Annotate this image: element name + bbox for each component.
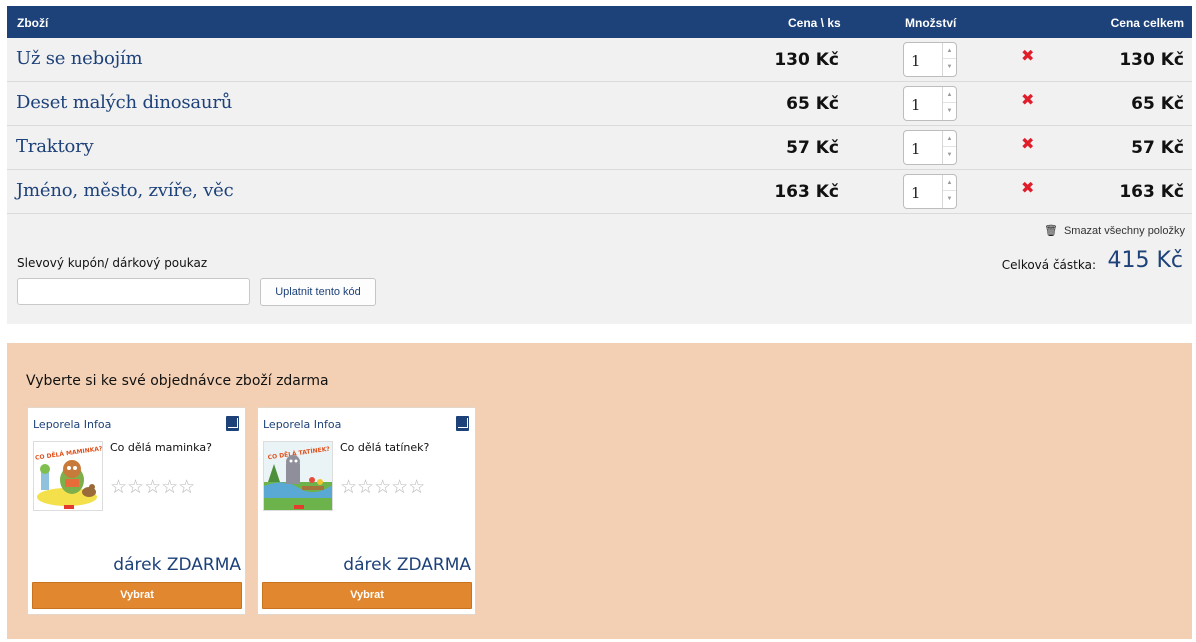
gifts-title: Vyberte si ke své objednávce zboží zdarm… xyxy=(26,373,329,389)
gift-label: dárek ZDARMA xyxy=(343,555,471,575)
book-icon xyxy=(226,416,239,431)
spinner: ▲ ▼ xyxy=(942,175,956,208)
spin-down-icon[interactable]: ▼ xyxy=(943,191,956,207)
star-icon[interactable]: ☆☆☆☆☆ xyxy=(340,476,425,499)
gift-title[interactable]: Co dělá maminka? xyxy=(110,441,212,454)
trash-icon: 🗑 xyxy=(1043,225,1058,237)
gift-cover[interactable]: CO DĚLÁ TATÍNEK? xyxy=(263,441,333,511)
unit-price: 130 Kč xyxy=(774,50,839,70)
table-row: Už se nebojím 130 Kč 1 ▲ ▼ ✖ 130 Kč xyxy=(7,38,1192,82)
coupon-input[interactable] xyxy=(17,278,250,305)
cart-header: Zboží Cena \ ks Množství Cena celkem xyxy=(7,6,1192,38)
total-price: 65 Kč xyxy=(1131,94,1184,114)
free-gifts-section: Vyberte si ke své objednávce zboží zdarm… xyxy=(7,343,1192,639)
unit-price: 163 Kč xyxy=(774,182,839,202)
product-link[interactable]: Deset malých dinosaurů xyxy=(16,92,232,113)
clear-all-label: Smazat všechny položky xyxy=(1063,225,1185,237)
product-link[interactable]: Už se nebojím xyxy=(16,48,143,69)
table-row: Traktory 57 Kč 1 ▲ ▼ ✖ 57 Kč xyxy=(7,126,1192,170)
quantity-stepper[interactable]: 1 ▲ ▼ xyxy=(903,130,957,165)
choose-gift-button[interactable]: Vybrat xyxy=(262,582,472,609)
choose-gift-button[interactable]: Vybrat xyxy=(32,582,242,609)
gift-cover[interactable]: CO DĚLÁ MAMINKA? xyxy=(33,441,103,511)
gift-publisher[interactable]: Leporela Infoa xyxy=(33,418,111,431)
spinner: ▲ ▼ xyxy=(942,87,956,120)
cart-panel: Zboží Cena \ ks Množství Cena celkem Už … xyxy=(7,6,1192,324)
total-price: 130 Kč xyxy=(1119,50,1184,70)
product-link[interactable]: Jméno, město, zvíře, věc xyxy=(16,180,234,201)
spin-down-icon[interactable]: ▼ xyxy=(943,59,956,75)
apply-coupon-button[interactable]: Uplatnit tento kód xyxy=(260,278,376,306)
coupon-label: Slevový kupón/ dárkový poukaz xyxy=(17,256,208,270)
total-price: 57 Kč xyxy=(1131,138,1184,158)
spin-up-icon[interactable]: ▲ xyxy=(943,175,956,191)
star-icon[interactable]: ☆☆☆☆☆ xyxy=(110,476,195,499)
delete-icon[interactable]: ✖ xyxy=(1021,49,1035,65)
total-sum-label: Celková částka: xyxy=(1001,258,1096,272)
delete-icon[interactable]: ✖ xyxy=(1021,137,1035,153)
quantity-value[interactable]: 1 xyxy=(911,184,921,202)
header-goods: Zboží xyxy=(17,16,49,30)
header-total-price: Cena celkem xyxy=(1110,16,1184,30)
gift-label: dárek ZDARMA xyxy=(113,555,241,575)
total-sum-value: 415 Kč xyxy=(1107,248,1183,273)
header-quantity: Množství xyxy=(905,16,957,30)
spinner: ▲ ▼ xyxy=(942,43,956,76)
spin-up-icon[interactable]: ▲ xyxy=(943,131,956,147)
header-unit-price: Cena \ ks xyxy=(788,16,841,30)
gift-card: Leporela Infoa CO DĚLÁ MAMINKA? Co dělá … xyxy=(27,407,246,615)
gift-card: Leporela Infoa CO DĚLÁ TATÍNEK? Co dělá … xyxy=(257,407,476,615)
quantity-stepper[interactable]: 1 ▲ ▼ xyxy=(903,174,957,209)
spin-up-icon[interactable]: ▲ xyxy=(943,43,956,59)
product-link[interactable]: Traktory xyxy=(16,136,94,157)
quantity-value[interactable]: 1 xyxy=(911,52,921,70)
gift-title[interactable]: Co dělá tatínek? xyxy=(340,441,429,454)
total-price: 163 Kč xyxy=(1119,182,1184,202)
unit-price: 65 Kč xyxy=(786,94,839,114)
gift-publisher[interactable]: Leporela Infoa xyxy=(263,418,341,431)
quantity-value[interactable]: 1 xyxy=(911,140,921,158)
quantity-value[interactable]: 1 xyxy=(911,96,921,114)
unit-price: 57 Kč xyxy=(786,138,839,158)
clear-all-link[interactable]: 🗑 Smazat všechny položky xyxy=(1044,224,1185,237)
table-row: Jméno, město, zvíře, věc 163 Kč 1 ▲ ▼ ✖ … xyxy=(7,170,1192,214)
book-icon xyxy=(456,416,469,431)
table-row: Deset malých dinosaurů 65 Kč 1 ▲ ▼ ✖ 65 … xyxy=(7,82,1192,126)
quantity-stepper[interactable]: 1 ▲ ▼ xyxy=(903,86,957,121)
spin-up-icon[interactable]: ▲ xyxy=(943,87,956,103)
delete-icon[interactable]: ✖ xyxy=(1021,181,1035,197)
cover-maminka-illustration: CO DĚLÁ MAMINKA? xyxy=(34,442,102,510)
spin-down-icon[interactable]: ▼ xyxy=(943,147,956,163)
spinner: ▲ ▼ xyxy=(942,131,956,164)
cover-tatinek-illustration: CO DĚLÁ TATÍNEK? xyxy=(264,442,332,510)
spin-down-icon[interactable]: ▼ xyxy=(943,103,956,119)
quantity-stepper[interactable]: 1 ▲ ▼ xyxy=(903,42,957,77)
delete-icon[interactable]: ✖ xyxy=(1021,93,1035,109)
